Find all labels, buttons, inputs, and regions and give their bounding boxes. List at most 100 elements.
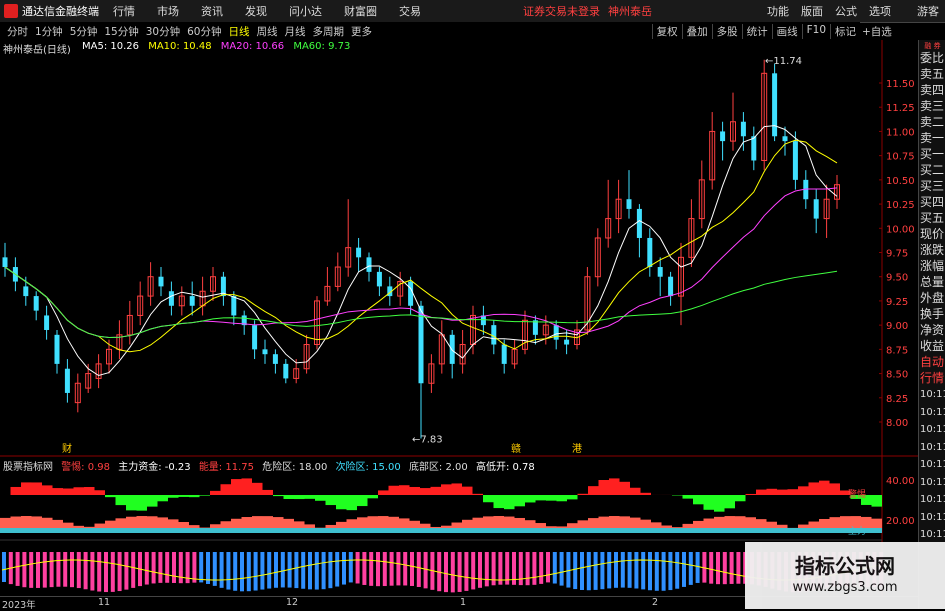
alert-area — [221, 484, 232, 495]
menu-bar: 通达信金融终端 行情 市场 资讯 发现 问小达 财富圈 交易 证券交易未登录 神… — [0, 0, 945, 23]
main-fund-area — [126, 528, 137, 533]
menu-market[interactable]: 市场 — [157, 3, 179, 19]
energy-bar — [260, 552, 264, 590]
multi-stock-button[interactable]: 多股 — [712, 24, 742, 39]
period-5min[interactable]: 5分钟 — [70, 24, 98, 39]
tick-time: 10:11 — [919, 491, 945, 509]
quote-field-label: 卖三 — [919, 98, 945, 114]
menu-formula[interactable]: 公式 — [835, 3, 857, 19]
stock-link[interactable]: 神州泰岳 — [608, 3, 652, 19]
mark-button[interactable]: 标记 — [830, 24, 860, 39]
period-15min[interactable]: 15分钟 — [104, 24, 138, 39]
main-fund-area — [830, 517, 841, 528]
auto-quote-label[interactable]: 自动 — [919, 354, 945, 370]
period-tick[interactable]: 分时 — [7, 24, 28, 39]
main-fund-area — [683, 524, 694, 528]
candle-body — [783, 136, 788, 141]
energy-bar — [403, 552, 407, 585]
energy-bar — [369, 552, 373, 586]
price-tick-label: 8.25 — [886, 394, 908, 405]
main-fund-area — [788, 528, 799, 533]
menu-discover[interactable]: 发现 — [245, 3, 267, 19]
adjust-button[interactable]: 复权 — [652, 24, 682, 39]
energy-bar — [356, 552, 360, 583]
energy-bar — [696, 552, 700, 583]
main-fund-area — [798, 528, 809, 533]
stats-button[interactable]: 统计 — [742, 24, 772, 39]
menu-trade[interactable]: 交易 — [399, 3, 421, 19]
guest-label[interactable]: 游客 — [917, 3, 939, 19]
period-more[interactable]: 更多 — [351, 24, 372, 39]
main-fund-area — [294, 521, 305, 528]
menu-wealth[interactable]: 财富圈 — [344, 3, 377, 19]
energy-bar — [539, 552, 543, 584]
kline-chart[interactable]: 11.5011.2511.0010.7510.5010.2510.009.759… — [0, 40, 918, 596]
energy-bar — [730, 552, 734, 584]
main-fund-area — [389, 517, 400, 528]
alert-area — [357, 495, 368, 506]
energy-bar — [43, 552, 47, 588]
tick-time: 10:11 — [919, 526, 945, 544]
period-monthly[interactable]: 月线 — [285, 24, 306, 39]
period-60min[interactable]: 60分钟 — [187, 24, 221, 39]
auto-quote-label[interactable]: 行情 — [919, 370, 945, 386]
period-1min[interactable]: 1分钟 — [35, 24, 63, 39]
menu-quotes[interactable]: 行情 — [113, 3, 135, 19]
main-fund-area — [872, 519, 883, 528]
tick-time: 10:11 — [919, 456, 945, 474]
alert-area — [410, 487, 421, 495]
main-fund-area — [231, 528, 242, 533]
energy-bar — [485, 552, 489, 586]
alert-area — [137, 495, 148, 511]
main-fund-area — [95, 524, 106, 528]
menu-layout[interactable]: 版面 — [801, 3, 823, 19]
main-fund-area — [42, 528, 53, 533]
energy-bar — [111, 552, 115, 592]
period-daily[interactable]: 日线 — [229, 24, 250, 39]
quote-field-label: 净资 — [919, 322, 945, 338]
main-fund-area — [116, 528, 127, 533]
main-fund-area — [210, 528, 221, 533]
main-fund-area — [483, 528, 494, 533]
draw-button[interactable]: 画线 — [772, 24, 802, 39]
main-fund-area — [168, 528, 179, 533]
candle-body — [450, 335, 455, 364]
candle-body — [720, 131, 725, 141]
energy-bar — [464, 552, 468, 591]
energy-bar — [199, 552, 203, 582]
energy-bar — [301, 552, 305, 589]
main-fund-area — [84, 527, 95, 528]
main-fund-area — [504, 528, 515, 533]
energy-bar — [458, 552, 462, 592]
energy-bar — [192, 552, 196, 583]
energy-bar — [22, 552, 26, 587]
menu-options[interactable]: 选项 — [869, 3, 891, 19]
period-multi[interactable]: 多周期 — [313, 24, 345, 39]
energy-bar — [308, 552, 312, 589]
add-watchlist-button[interactable]: +自选 — [862, 24, 892, 39]
menu-function[interactable]: 功能 — [767, 3, 789, 19]
f10-button[interactable]: F10 — [802, 24, 830, 39]
menu-news[interactable]: 资讯 — [201, 3, 223, 19]
overlay-button[interactable]: 叠加 — [682, 24, 712, 39]
login-alert[interactable]: 证券交易未登录 — [523, 3, 600, 19]
energy-bar — [383, 552, 387, 586]
alert-area — [347, 495, 358, 510]
main-fund-area — [105, 528, 116, 533]
alert-area — [273, 495, 284, 496]
price-tick-label: 8.75 — [886, 345, 908, 356]
main-fund-area — [756, 519, 767, 528]
energy-bar — [607, 552, 611, 588]
main-fund-area — [557, 526, 568, 528]
quote-field-label: 涨跌 — [919, 242, 945, 258]
main-fund-area — [462, 528, 473, 533]
main-fund-area — [32, 528, 43, 533]
period-weekly[interactable]: 周线 — [257, 24, 278, 39]
energy-bar — [621, 552, 625, 588]
sub-indicator-name[interactable]: 股票指标网 — [3, 462, 53, 473]
alert-area — [252, 483, 263, 495]
main-fund-area — [704, 519, 715, 528]
menu-ask[interactable]: 问小达 — [289, 3, 322, 19]
period-30min[interactable]: 30分钟 — [146, 24, 180, 39]
main-fund-area — [672, 527, 683, 528]
